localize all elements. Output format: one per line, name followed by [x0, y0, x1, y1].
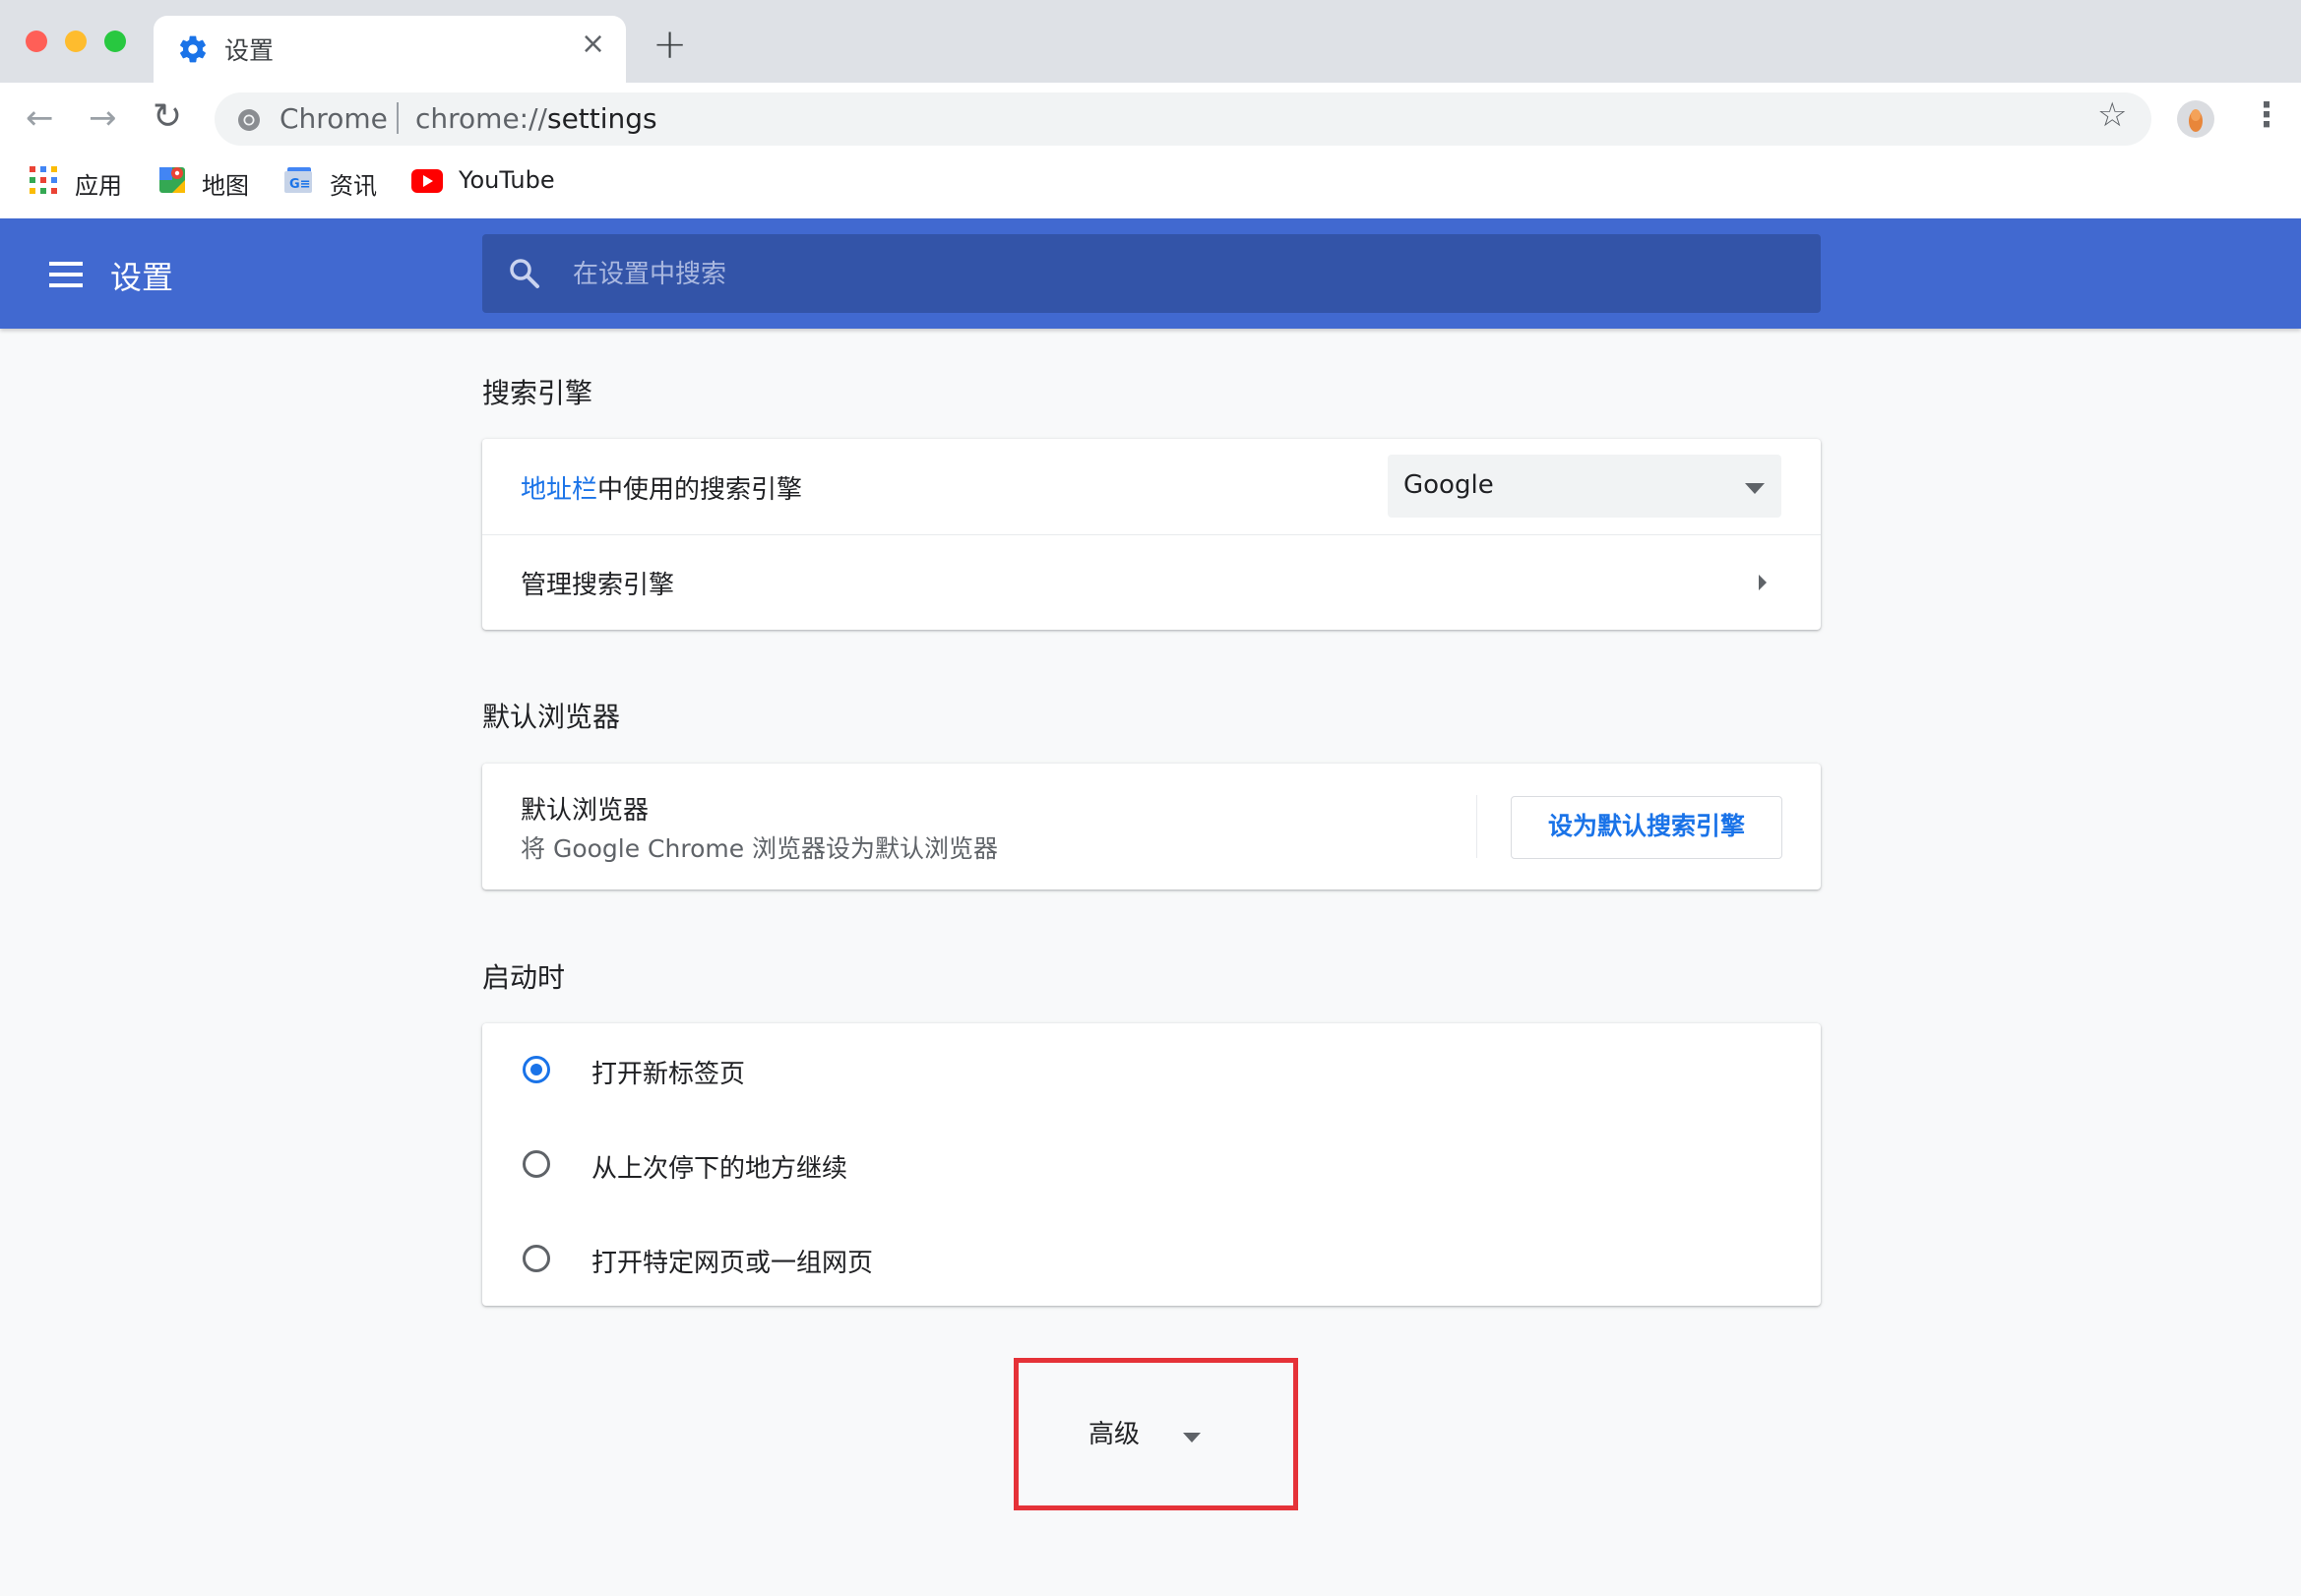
svg-text:G≡: G≡: [289, 177, 311, 192]
tab-title: 设置: [224, 36, 275, 65]
section-title-default-browser: 默认浏览器: [482, 701, 621, 733]
reload-button[interactable]: ↻: [153, 99, 182, 135]
news-icon: G≡: [284, 167, 314, 197]
manage-search-engines-label: 管理搜索引擎: [521, 571, 675, 600]
new-tab-button[interactable]: +: [653, 24, 687, 65]
radio-continue[interactable]: [523, 1150, 550, 1178]
chrome-logo-icon: [236, 107, 262, 137]
close-tab-button[interactable]: ×: [581, 30, 605, 59]
search-icon: [508, 257, 541, 294]
chevron-right-icon: [1758, 575, 1768, 594]
advanced-button[interactable]: 高级: [1088, 1414, 1140, 1450]
search-engine-selected: Google: [1403, 470, 1494, 500]
page-title: 设置: [110, 259, 174, 296]
back-button[interactable]: ←: [26, 101, 54, 135]
manage-search-engines-row[interactable]: [482, 535, 1821, 630]
vertical-separator: [1476, 795, 1477, 858]
chevron-down-icon[interactable]: [1183, 1428, 1201, 1446]
youtube-icon: [411, 169, 443, 197]
set-default-button-label: 设为默认搜索引擎: [1547, 812, 1745, 840]
close-window-button[interactable]: [26, 31, 47, 52]
minimize-window-button[interactable]: [65, 31, 87, 52]
omnibox-site-label: Chrome: [280, 102, 388, 135]
bookmark-youtube[interactable]: YouTube: [459, 166, 555, 194]
omnibox-separator: [397, 102, 399, 134]
default-browser-row-title: 默认浏览器: [521, 796, 650, 826]
zoom-window-button[interactable]: [104, 31, 126, 52]
radio-new-tab[interactable]: [523, 1056, 550, 1083]
forward-button[interactable]: →: [89, 101, 117, 135]
startup-option-label: 从上次停下的地方继续: [591, 1154, 848, 1184]
dropdown-arrow-icon: [1745, 480, 1765, 499]
address-bar-engine-label: 地址栏中使用的搜索引擎: [521, 469, 802, 506]
bookmark-star-icon[interactable]: ☆: [2097, 98, 2127, 132]
default-browser-row-subtitle: 将 Google Chrome 浏览器设为默认浏览器: [521, 834, 999, 863]
url-scheme: chrome://: [415, 102, 547, 135]
maps-icon: [157, 163, 187, 199]
gear-icon: [177, 33, 209, 69]
url-host: settings: [546, 102, 657, 135]
radio-specific-pages[interactable]: [523, 1245, 550, 1272]
apps-grid-icon: [30, 166, 57, 198]
startup-option-label: 打开新标签页: [591, 1060, 746, 1089]
bookmark-news[interactable]: 资讯: [330, 166, 377, 201]
settings-search-input[interactable]: [571, 254, 1756, 295]
address-bar-link[interactable]: 地址栏: [521, 475, 597, 505]
startup-option-label: 打开特定网页或一组网页: [591, 1249, 874, 1278]
omnibox-url[interactable]: chrome://settings: [415, 102, 657, 135]
bookmark-apps[interactable]: 应用: [75, 166, 122, 201]
chrome-menu-button[interactable]: ⋮: [2250, 98, 2283, 132]
bookmark-maps[interactable]: 地图: [202, 166, 249, 201]
profile-avatar[interactable]: [2177, 100, 2214, 142]
section-title-on-startup: 启动时: [482, 961, 566, 994]
hamburger-menu-icon[interactable]: [49, 262, 83, 291]
address-bar-engine-text: 中使用的搜索引擎: [597, 475, 803, 505]
section-title-search-engine: 搜索引擎: [482, 377, 593, 409]
advanced-highlight-box: [1014, 1358, 1298, 1510]
